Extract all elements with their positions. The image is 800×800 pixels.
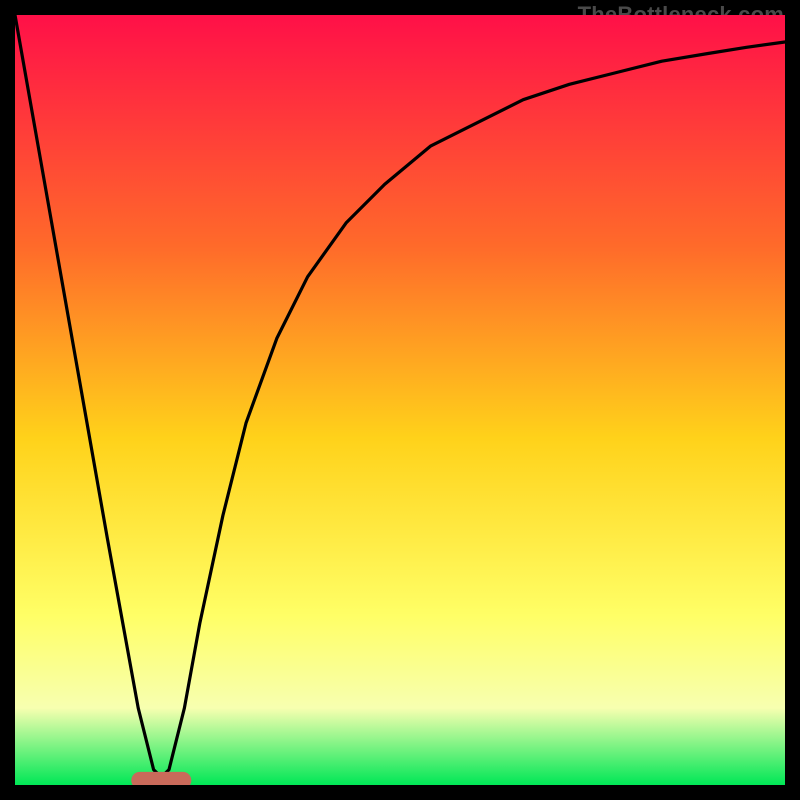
plot-area bbox=[15, 15, 785, 785]
bottleneck-chart bbox=[15, 15, 785, 785]
chart-frame: TheBottleneck.com bbox=[0, 0, 800, 800]
